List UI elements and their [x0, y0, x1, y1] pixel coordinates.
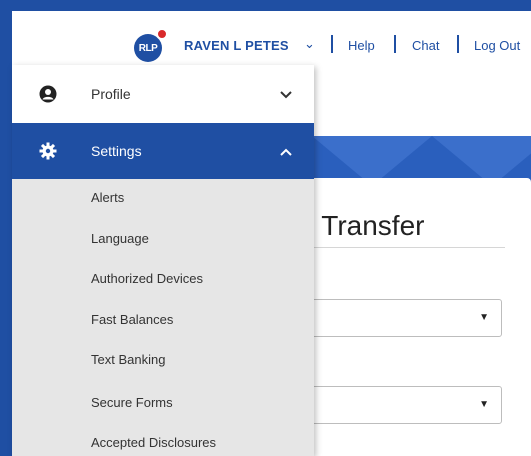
settings-item-authorized-devices[interactable]: Authorized Devices [91, 271, 203, 286]
menu-item-profile[interactable]: Profile [12, 65, 314, 123]
chevron-down-icon[interactable]: ⌄ [304, 36, 315, 52]
avatar-initials: RLP [138, 42, 158, 54]
divider [457, 35, 459, 53]
logout-link[interactable]: Log Out [474, 38, 520, 53]
user-name-button[interactable]: RAVEN L PETES [184, 38, 289, 53]
window-frame-left [0, 0, 12, 456]
settings-item-alerts[interactable]: Alerts [91, 190, 124, 205]
divider [394, 35, 396, 53]
chat-link[interactable]: Chat [412, 38, 439, 53]
gear-icon [38, 141, 58, 161]
settings-item-accepted-disclosures[interactable]: Accepted Disclosures [91, 435, 216, 450]
settings-item-fast-balances[interactable]: Fast Balances [91, 312, 173, 327]
menu-item-settings[interactable]: Settings [12, 123, 314, 179]
user-circle-icon [38, 84, 58, 104]
divider [331, 35, 333, 53]
page-title: k Transfer [300, 210, 425, 241]
caret-down-icon: ▼ [479, 399, 489, 410]
menu-item-label: Settings [91, 143, 142, 159]
settings-item-language[interactable]: Language [91, 231, 149, 246]
caret-down-icon: ▼ [479, 312, 489, 323]
settings-item-secure-forms[interactable]: Secure Forms [91, 395, 173, 410]
help-link[interactable]: Help [348, 38, 375, 53]
from-account-select[interactable]: ▼ [300, 299, 502, 337]
chevron-down-icon [280, 87, 292, 102]
to-account-select[interactable]: ▼ [300, 386, 502, 424]
user-dropdown-menu: Profile Settings Alerts Language Authori… [12, 65, 314, 456]
settings-item-text-banking[interactable]: Text Banking [91, 352, 165, 367]
chevron-up-icon [280, 144, 292, 159]
divider [310, 247, 505, 248]
notification-dot-icon [156, 28, 168, 40]
window-frame-top [0, 0, 531, 11]
menu-item-label: Profile [91, 86, 131, 102]
